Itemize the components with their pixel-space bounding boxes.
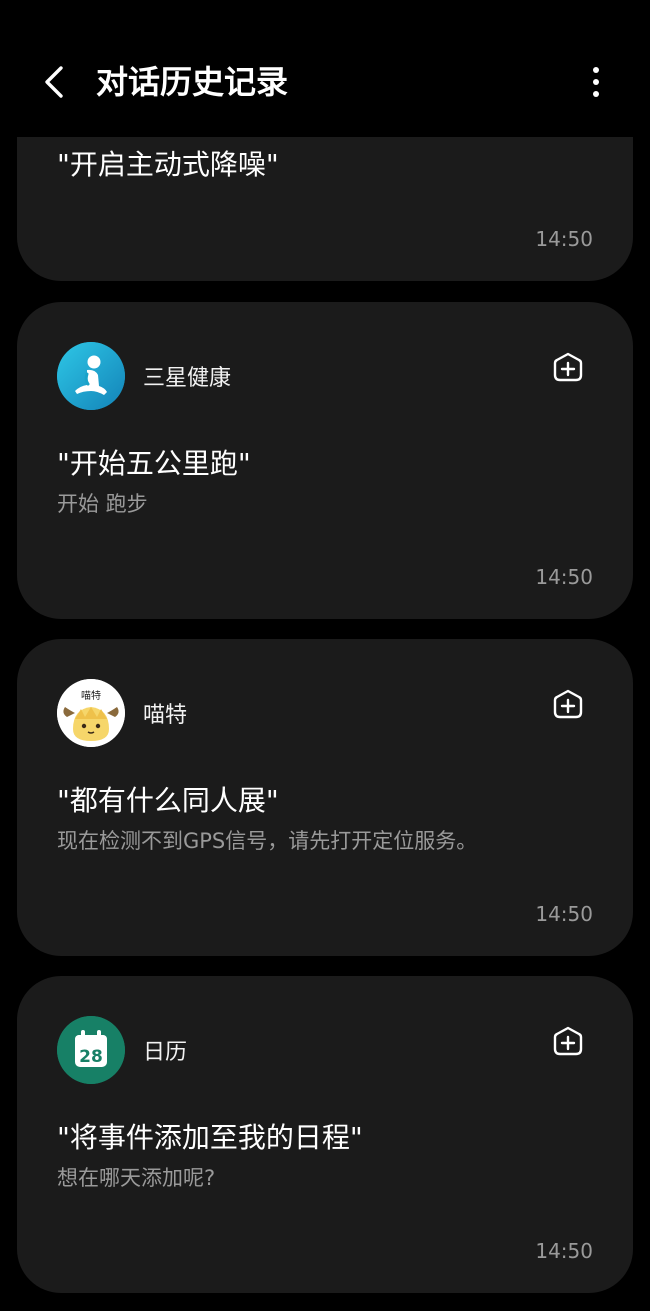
app-row: 喵特 喵特: [57, 679, 187, 747]
history-card[interactable]: 28 日历 "将事件添加至我的日程" 想在哪天添加呢? 14:50: [17, 976, 633, 1293]
add-icon: [553, 352, 583, 382]
timestamp: 14:50: [535, 227, 593, 251]
history-list[interactable]: "开启主动式降噪" 14:50 三星健康 "开始五公里跑" 开始 跑步 14:5…: [0, 0, 650, 1311]
timestamp: 14:50: [535, 902, 593, 926]
add-shortcut-button[interactable]: [551, 350, 585, 384]
samsung-health-icon: [57, 342, 125, 410]
back-button[interactable]: [30, 58, 78, 106]
app-row: 三星健康: [57, 342, 231, 410]
add-icon: [553, 1026, 583, 1056]
miaote-avatar-icon: 喵特: [57, 679, 125, 747]
timestamp: 14:50: [535, 565, 593, 589]
page-title: 对话历史记录: [96, 63, 289, 101]
response-text: 现在检测不到GPS信号，请先打开定位服务。: [57, 829, 478, 853]
query-text: "都有什么同人展": [57, 784, 279, 817]
add-shortcut-button[interactable]: [551, 687, 585, 721]
more-vertical-icon: [593, 67, 599, 97]
response-text: 想在哪天添加呢?: [57, 1166, 216, 1190]
add-shortcut-button[interactable]: [551, 1024, 585, 1058]
more-options-button[interactable]: [572, 58, 620, 106]
history-card[interactable]: 喵特 喵特 "都有什么同人展" 现在检测不到GPS信号，请先打开定位服务。 14…: [17, 639, 633, 956]
history-card[interactable]: "开启主动式降噪" 14:50: [17, 137, 633, 281]
chevron-left-icon: [45, 66, 63, 98]
calendar-day: 28: [79, 1047, 103, 1067]
timestamp: 14:50: [535, 1239, 593, 1263]
app-row: 28 日历: [57, 1016, 187, 1084]
app-name: 日历: [143, 1040, 188, 1065]
query-text: "开始五公里跑": [57, 447, 251, 480]
app-name: 三星健康: [143, 366, 232, 391]
app-bar: 对话历史记录: [0, 0, 650, 135]
query-text: "将事件添加至我的日程": [57, 1121, 363, 1154]
add-icon: [553, 689, 583, 719]
avatar-text: 喵特: [81, 690, 101, 702]
history-card[interactable]: 三星健康 "开始五公里跑" 开始 跑步 14:50: [17, 302, 633, 619]
calendar-icon: 28: [57, 1016, 125, 1084]
app-name: 喵特: [143, 703, 188, 728]
response-text: 开始 跑步: [57, 492, 148, 516]
query-text: "开启主动式降噪": [57, 148, 279, 181]
